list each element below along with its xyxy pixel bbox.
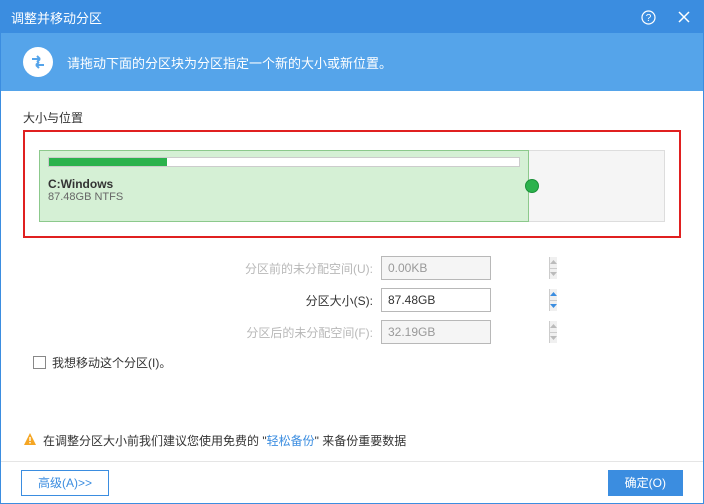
warning-row: 在调整分区大小前我们建议您使用免费的 "轻松备份" 来备份重要数据 — [23, 432, 406, 449]
banner-text: 请拖动下面的分区块为分区指定一个新的大小或新位置。 — [67, 53, 392, 72]
spinner-down-icon — [550, 333, 557, 344]
advanced-button[interactable]: 高级(A)>> — [21, 470, 109, 496]
move-checkbox-label: 我想移动这个分区(I)。 — [52, 354, 171, 371]
fields: 分区前的未分配空间(U): 分区大小(S): — [23, 256, 681, 344]
footer: 高级(A)>> 确定(O) — [1, 461, 703, 503]
field-after-input — [381, 320, 491, 344]
backup-link[interactable]: 轻松备份 — [267, 434, 315, 448]
spinner-up-icon — [550, 257, 557, 269]
usage-bar-fill — [49, 158, 167, 166]
partition-info: 87.48GB NTFS — [48, 191, 520, 203]
warning-prefix: 在调整分区大小前我们建议您使用免费的 " — [43, 434, 267, 448]
partition-visual[interactable]: C:Windows 87.48GB NTFS — [39, 150, 665, 222]
swap-icon — [23, 47, 53, 77]
field-size-label: 分区大小(S): — [213, 292, 373, 309]
usage-bar — [48, 157, 520, 167]
partition-used-block[interactable]: C:Windows 87.48GB NTFS — [39, 150, 529, 222]
partition-name: C:Windows — [48, 177, 520, 191]
spinner-up-icon[interactable] — [550, 289, 557, 301]
ok-button[interactable]: 确定(O) — [608, 470, 683, 496]
resize-handle[interactable] — [525, 179, 539, 193]
warning-suffix: " 来备份重要数据 — [315, 434, 407, 448]
partition-box: C:Windows 87.48GB NTFS — [23, 130, 681, 238]
field-after-label: 分区后的未分配空间(F): — [213, 324, 373, 341]
partition-size-input[interactable] — [382, 289, 549, 311]
spinner-before — [549, 257, 557, 279]
section-label: 大小与位置 — [23, 109, 681, 126]
spinner-up-icon — [550, 321, 557, 333]
spinner-after — [549, 321, 557, 343]
spinner-size[interactable] — [549, 289, 557, 311]
field-before-label: 分区前的未分配空间(U): — [213, 260, 373, 277]
advanced-button-label: 高级(A)>> — [38, 474, 92, 491]
unalloc-before-input — [382, 257, 549, 279]
move-checkbox[interactable] — [33, 356, 46, 369]
spinner-down-icon[interactable] — [550, 301, 557, 312]
spinner-down-icon — [550, 269, 557, 280]
ok-button-label: 确定(O) — [625, 474, 666, 491]
help-icon[interactable]: ? — [639, 8, 657, 26]
banner: 请拖动下面的分区块为分区指定一个新的大小或新位置。 — [1, 33, 703, 91]
partition-free-block[interactable] — [529, 150, 665, 222]
window-title: 调整并移动分区 — [11, 8, 639, 27]
close-icon[interactable] — [675, 8, 693, 26]
move-checkbox-row[interactable]: 我想移动这个分区(I)。 — [33, 354, 681, 371]
titlebar: 调整并移动分区 ? — [1, 1, 703, 33]
field-before-input — [381, 256, 491, 280]
svg-text:?: ? — [645, 13, 651, 24]
field-size-input[interactable] — [381, 288, 491, 312]
warning-icon — [23, 432, 37, 449]
unalloc-after-input — [382, 321, 549, 343]
